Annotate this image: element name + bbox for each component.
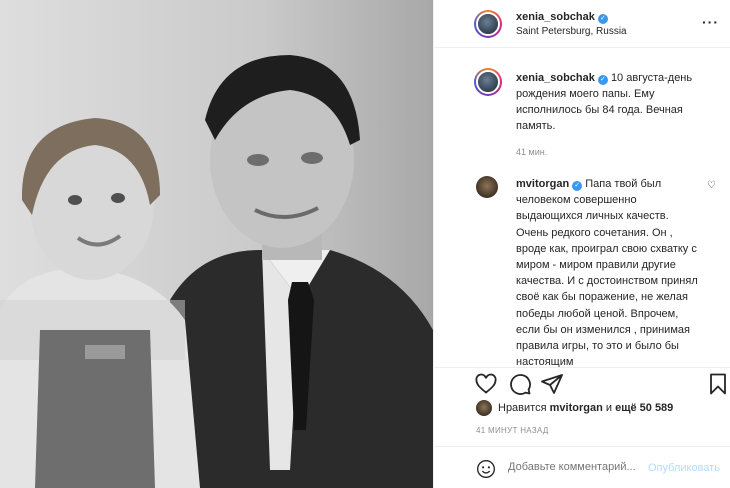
bookmark-icon[interactable] [706,372,730,396]
heart-icon[interactable] [474,372,498,396]
caption: xenia_sobchak ✓ 10 августа-день рождения … [516,70,716,160]
comment: mvitorgan ✓ Папа твой был человеком совер… [516,176,702,372]
post-photo[interactable] [0,0,433,488]
author-line: xenia_sobchak ✓ [516,11,608,24]
emoji-icon[interactable] [476,459,496,479]
verified-icon: ✓ [597,14,608,24]
caption-avatar[interactable] [474,68,502,96]
posted-time[interactable]: 41 МИНУТ НАЗАД [476,426,549,435]
post-location[interactable]: Saint Petersburg, Russia [516,26,627,37]
likes-count[interactable]: ещё 50 589 [615,402,673,414]
more-horizontal-icon[interactable]: ··· [702,14,719,30]
comment-icon[interactable] [508,372,532,396]
post-header: xenia_sobchak ✓ Saint Petersburg, Russia … [434,0,730,48]
caption-username[interactable]: xenia_sobchak [516,72,595,84]
comment-like-heart-icon[interactable]: ♡ [707,180,716,191]
likes-prefix: Нравится [498,402,547,414]
comment-username[interactable]: mvitorgan [516,178,569,190]
action-bar [434,367,730,397]
liker-username[interactable]: mvitorgan [550,402,603,414]
verified-icon: ✓ [597,75,608,85]
add-comment-bar: Опубликовать [434,446,730,488]
comment-text: Папа твой был человеком совершенно выдаю… [516,178,698,369]
likes-summary: Нравится mvitorgan и ещё 50 589 [498,402,673,414]
post-side-panel: xenia_sobchak ✓ Saint Petersburg, Russia … [433,0,730,488]
commenter-avatar[interactable] [476,176,498,198]
share-icon[interactable] [540,372,564,396]
liker-avatar[interactable] [476,400,492,416]
caption-time[interactable]: 41 мин. [516,144,716,160]
publish-button[interactable]: Опубликовать [648,462,720,474]
verified-icon: ✓ [572,181,583,191]
author-username[interactable]: xenia_sobchak [516,11,595,23]
author-avatar[interactable] [474,10,502,38]
comment-input[interactable] [508,461,646,473]
likes-middle: и [605,402,613,414]
